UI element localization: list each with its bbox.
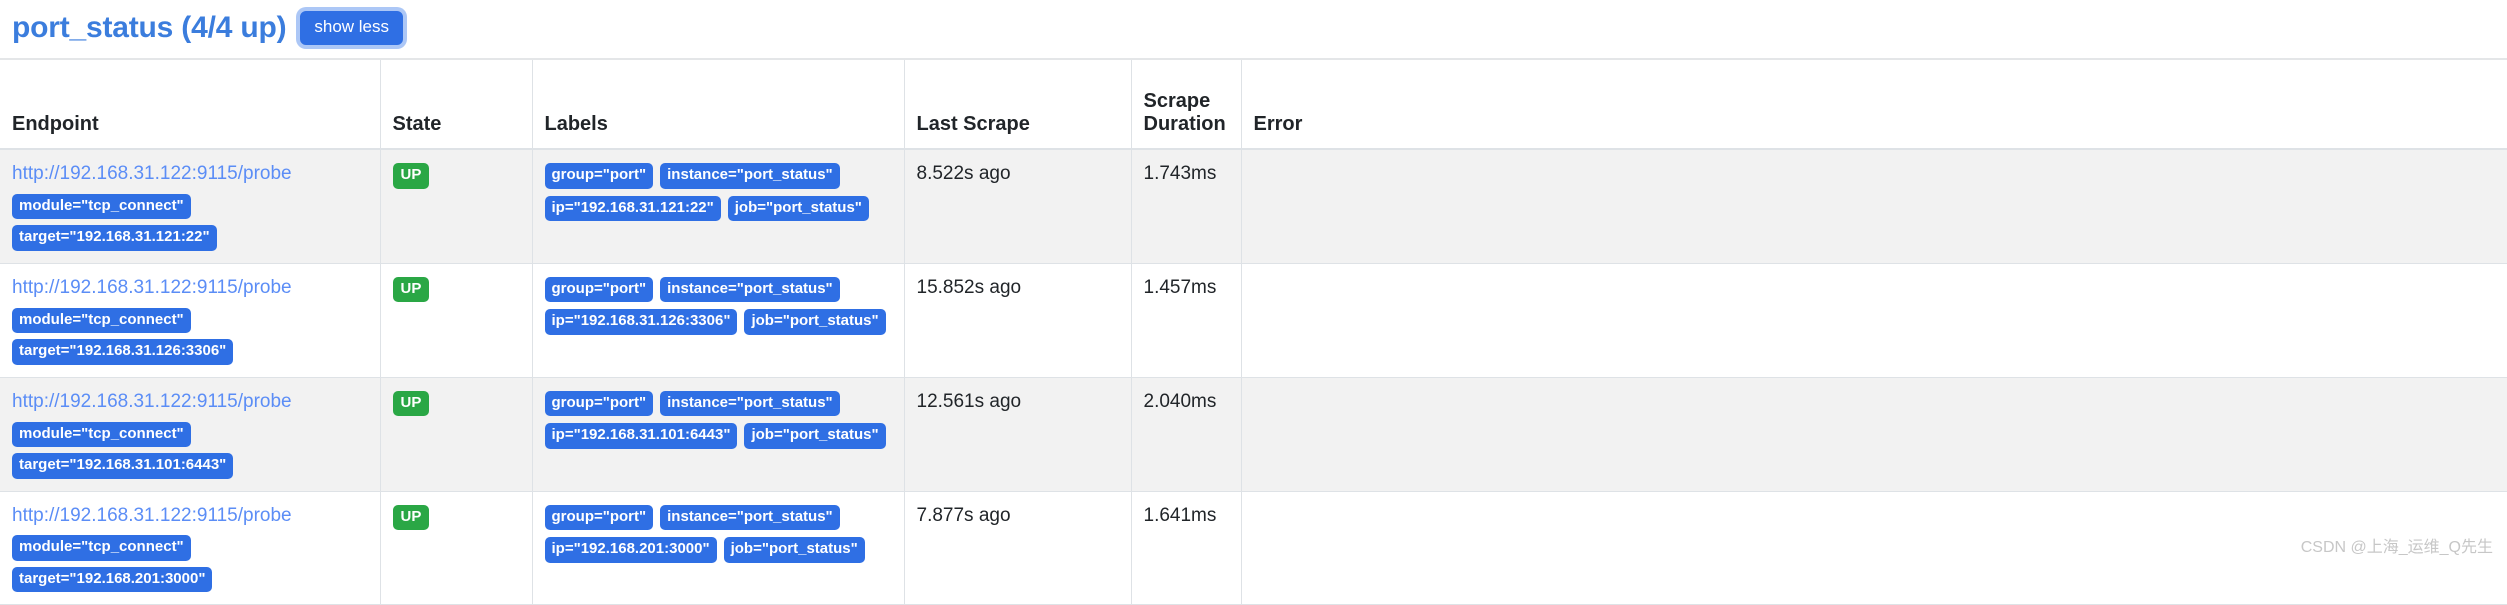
label-badge[interactable]: group="port" — [544, 276, 654, 303]
label-badge[interactable]: job="port_status" — [744, 309, 886, 335]
table-body: http://192.168.31.122:9115/probe module="… — [0, 149, 2507, 605]
label-badge[interactable]: ip="192.168.31.126:3306" — [544, 309, 738, 335]
endpoint-cell: http://192.168.31.122:9115/probe module="… — [0, 377, 381, 492]
error-cell — [1241, 377, 2507, 492]
endpoint-cell: http://192.168.31.122:9115/probe module="… — [0, 263, 381, 378]
endpoint-link[interactable]: http://192.168.31.122:9115/probe — [12, 505, 368, 527]
labels-cell: group="port" instance="port_status" ip="19… — [532, 149, 905, 264]
labels-line: ip="192.168.31.126:3306" job="port_status… — [544, 309, 892, 335]
job-title[interactable]: port_status (4/4 up) — [12, 13, 287, 43]
status-badge: UP — [392, 504, 430, 531]
scrape-duration-cell: 2.040ms — [1131, 377, 1242, 492]
column-header-error: Error — [1241, 58, 2507, 150]
show-less-button[interactable]: show less — [300, 11, 404, 45]
label-badge[interactable]: job="port_status" — [727, 195, 869, 221]
endpoint-link[interactable]: http://192.168.31.122:9115/probe — [12, 391, 368, 413]
scrape-duration-cell: 1.457ms — [1131, 263, 1242, 378]
label-badge[interactable]: group="port" — [544, 390, 654, 417]
label-badge[interactable]: group="port" — [544, 163, 654, 189]
status-badge: UP — [392, 276, 430, 303]
endpoint-param-badge[interactable]: module="tcp_connect" — [12, 307, 191, 334]
label-badge[interactable]: job="port_status" — [744, 423, 886, 449]
column-header-labels: Labels — [532, 58, 905, 150]
label-badge[interactable]: ip="192.168.201:3000" — [544, 537, 717, 563]
endpoint-link[interactable]: http://192.168.31.122:9115/probe — [12, 163, 368, 185]
labels-stack: group="port" instance="port_status" ip="19… — [544, 163, 892, 221]
table-row: http://192.168.31.122:9115/probe module="… — [0, 377, 2507, 492]
table-row: http://192.168.31.122:9115/probe module="… — [0, 149, 2507, 264]
labels-stack: group="port" instance="port_status" ip="19… — [544, 504, 892, 563]
table-header: Endpoint State Labels Last Scrape Scrape… — [0, 58, 2507, 150]
labels-stack: group="port" instance="port_status" ip="19… — [544, 276, 892, 335]
state-cell: UP — [380, 263, 533, 378]
labels-line: group="port" instance="port_status" — [544, 276, 892, 303]
endpoint-cell: http://192.168.31.122:9115/probe module="… — [0, 149, 381, 264]
labels-cell: group="port" instance="port_status" ip="19… — [532, 377, 905, 492]
labels-line: ip="192.168.31.121:22" job="port_status" — [544, 195, 892, 221]
labels-cell: group="port" instance="port_status" ip="19… — [532, 263, 905, 378]
status-badge: UP — [392, 390, 430, 417]
last-scrape-cell: 8.522s ago — [904, 149, 1132, 264]
last-scrape-cell: 12.561s ago — [904, 377, 1132, 492]
label-badge[interactable]: ip="192.168.31.121:22" — [544, 195, 721, 221]
scrape-duration-value: 1.457ms — [1143, 276, 1217, 298]
label-badge[interactable]: job="port_status" — [723, 537, 865, 563]
last-scrape-cell: 15.852s ago — [904, 263, 1132, 378]
last-scrape-value: 8.522s ago — [916, 163, 1011, 184]
column-header-state: State — [380, 58, 533, 150]
table-row: http://192.168.31.122:9115/probe module="… — [0, 491, 2507, 605]
labels-line: ip="192.168.201:3000" job="port_status" — [544, 537, 892, 563]
labels-stack: group="port" instance="port_status" ip="19… — [544, 390, 892, 449]
last-scrape-value: 15.852s ago — [916, 276, 1022, 298]
labels-line: ip="192.168.31.101:6443" job="port_status… — [544, 423, 892, 449]
last-scrape-value: 12.561s ago — [916, 390, 1022, 412]
last-scrape-cell: 7.877s ago — [904, 491, 1132, 605]
table-row: http://192.168.31.122:9115/probe module="… — [0, 263, 2507, 378]
labels-line: group="port" instance="port_status" — [544, 163, 892, 189]
labels-line: group="port" instance="port_status" — [544, 504, 892, 531]
column-header-endpoint: Endpoint — [0, 58, 381, 150]
endpoint-param-badge[interactable]: target="192.168.31.101:6443" — [12, 453, 234, 479]
endpoint-badge-row: module="tcp_connect" target="192.168.31.1… — [12, 193, 368, 251]
endpoint-badge-row: module="tcp_connect" target="192.168.201:… — [12, 535, 368, 593]
endpoint-cell: http://192.168.31.122:9115/probe module="… — [0, 491, 381, 605]
column-header-last-scrape: Last Scrape — [904, 58, 1132, 150]
targets-table: Endpoint State Labels Last Scrape Scrape… — [0, 58, 2507, 605]
label-badge[interactable]: instance="port_status" — [660, 163, 840, 189]
column-header-scrape-duration: Scrape Duration — [1131, 58, 1242, 150]
job-header: port_status (4/4 up) show less — [0, 0, 2507, 58]
scrape-duration-cell: 1.641ms — [1131, 491, 1242, 605]
endpoint-badge-row: module="tcp_connect" target="192.168.31.1… — [12, 307, 368, 365]
label-badge[interactable]: instance="port_status" — [660, 390, 840, 417]
endpoint-link[interactable]: http://192.168.31.122:9115/probe — [12, 277, 368, 299]
label-badge[interactable]: group="port" — [544, 504, 654, 531]
endpoint-param-badge[interactable]: module="tcp_connect" — [12, 535, 191, 561]
state-cell: UP — [380, 491, 533, 605]
table-header-row: Endpoint State Labels Last Scrape Scrape… — [0, 58, 2507, 150]
label-badge[interactable]: ip="192.168.31.101:6443" — [544, 423, 738, 449]
endpoint-param-badge[interactable]: target="192.168.31.121:22" — [12, 225, 217, 251]
state-cell: UP — [380, 377, 533, 492]
error-cell — [1241, 263, 2507, 378]
scrape-duration-value: 1.641ms — [1143, 504, 1217, 526]
label-badge[interactable]: instance="port_status" — [660, 276, 840, 303]
endpoint-param-badge[interactable]: target="192.168.201:3000" — [12, 566, 213, 593]
label-badge[interactable]: instance="port_status" — [660, 504, 840, 531]
labels-line: group="port" instance="port_status" — [544, 390, 892, 417]
scrape-duration-value: 2.040ms — [1143, 390, 1217, 412]
scrape-duration-cell: 1.743ms — [1131, 149, 1242, 264]
error-cell — [1241, 491, 2507, 605]
labels-cell: group="port" instance="port_status" ip="19… — [532, 491, 905, 605]
state-cell: UP — [380, 149, 533, 264]
status-badge: UP — [392, 163, 430, 189]
error-cell — [1241, 149, 2507, 264]
endpoint-badge-row: module="tcp_connect" target="192.168.31.1… — [12, 421, 368, 479]
endpoint-param-badge[interactable]: module="tcp_connect" — [12, 193, 191, 220]
last-scrape-value: 7.877s ago — [916, 504, 1011, 526]
endpoint-param-badge[interactable]: target="192.168.31.126:3306" — [12, 339, 234, 365]
endpoint-param-badge[interactable]: module="tcp_connect" — [12, 421, 191, 448]
scrape-duration-value: 1.743ms — [1143, 163, 1217, 184]
